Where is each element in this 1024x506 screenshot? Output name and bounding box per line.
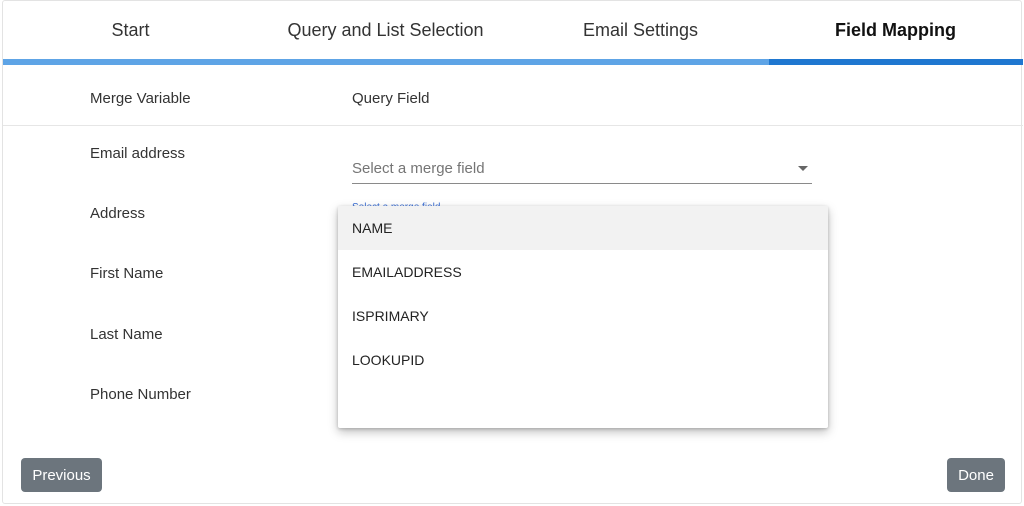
dropdown-option-label: EMAILADDRESS (352, 264, 462, 280)
dropdown-option-emailaddress[interactable]: EMAILADDRESS (338, 250, 828, 294)
step-email-settings[interactable]: Email Settings (513, 0, 768, 60)
done-button[interactable]: Done (947, 458, 1005, 492)
merge-variable-last-name: Last Name (90, 326, 163, 343)
dropdown-option-label: NAME (352, 220, 393, 236)
select-placeholder: Select a merge field (352, 160, 485, 177)
wizard-progress-active-segment (769, 59, 1023, 65)
step-field-mapping[interactable]: Field Mapping (768, 0, 1023, 60)
wizard-steps: Start Query and List Selection Email Set… (3, 0, 1023, 60)
wizard-progress-bar (3, 59, 1023, 65)
merge-variable-address: Address (90, 205, 146, 222)
previous-button[interactable]: Previous (21, 458, 102, 492)
column-header-merge-variable: Merge Variable (90, 90, 191, 107)
merge-variable-email-address: Email address (90, 145, 186, 162)
dropdown-option-lookupid[interactable]: LOOKUPID (338, 338, 828, 382)
dropdown-option-name[interactable]: NAME (338, 206, 828, 250)
merge-variable-first-name: First Name (90, 265, 164, 282)
column-header-query-field: Query Field (352, 90, 430, 107)
step-query-and-list-selection[interactable]: Query and List Selection (258, 0, 513, 60)
chevron-down-icon[interactable] (798, 166, 808, 171)
merge-variable-phone-number: Phone Number (90, 386, 191, 403)
merge-field-dropdown-menu: NAME EMAILADDRESS ISPRIMARY LOOKUPID (338, 206, 828, 428)
dropdown-option-label: ISPRIMARY (352, 308, 429, 324)
dropdown-option-isprimary[interactable]: ISPRIMARY (338, 294, 828, 338)
dropdown-option-label: LOOKUPID (352, 352, 425, 368)
merge-field-select-email[interactable]: Select a merge field (352, 153, 812, 184)
header-divider (3, 125, 1023, 126)
step-start[interactable]: Start (3, 0, 258, 60)
